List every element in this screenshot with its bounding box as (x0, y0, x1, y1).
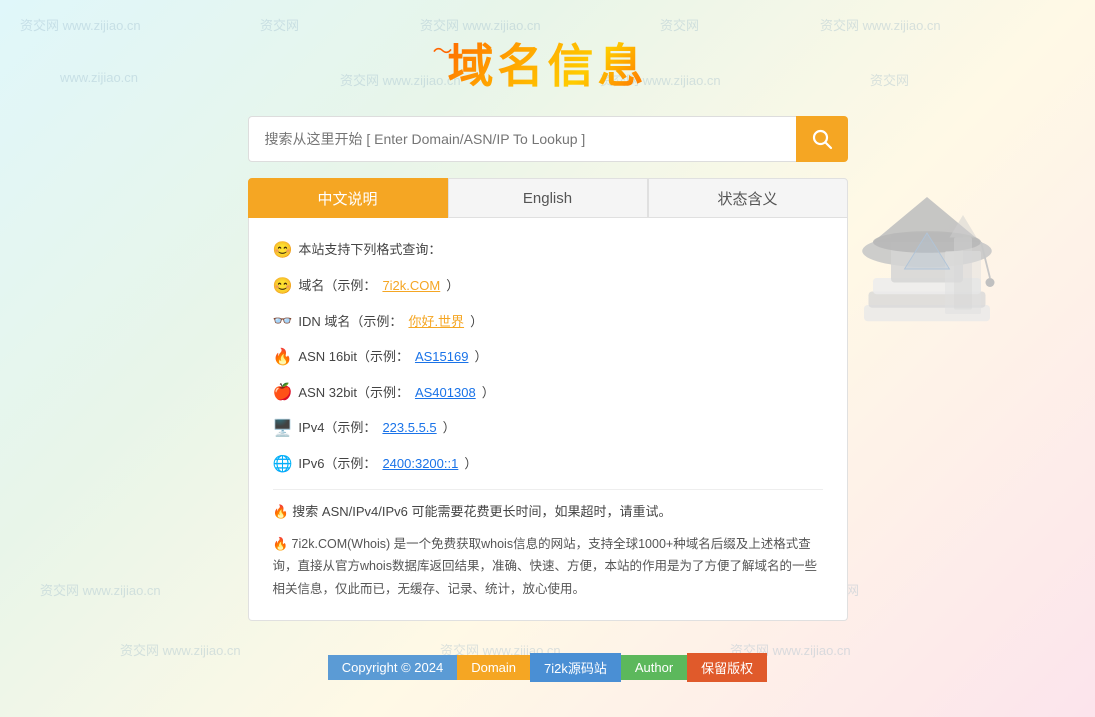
search-icon (811, 128, 833, 150)
domain-icon: 😊 (273, 274, 293, 300)
tab-bar: 中文说明 English 状态含义 (248, 178, 848, 218)
author-badge-label: Author (621, 655, 687, 680)
asn32-label: ASN 32bit（示例： (298, 383, 409, 404)
asn16-icon: 🔥 (273, 345, 293, 371)
asn32-icon: 🍎 (273, 380, 293, 406)
ipv6-icon: 🌐 (273, 452, 293, 478)
note-text: 🔥 搜索 ASN/IPv4/IPv6 可能需要花费更长时间，如果超时，请重试。 (273, 502, 672, 523)
note-line: 🔥 搜索 ASN/IPv4/IPv6 可能需要花费更长时间，如果超时，请重试。 (273, 502, 823, 523)
logo: 域名信息 (448, 30, 648, 96)
title-icon: 😊 (273, 238, 293, 264)
idn-suffix: ） (470, 312, 483, 333)
search-button[interactable] (796, 116, 848, 162)
item-asn16: 🔥 ASN 16bit（示例： AS15169 ） (273, 345, 823, 371)
author-badge-text: Author (635, 660, 673, 675)
ipv4-suffix: ） (443, 418, 456, 439)
title-text: 本站支持下列格式查询： (298, 240, 441, 261)
item-ipv4: 🖥️ IPv4（示例： 223.5.5.5 ） (273, 416, 823, 442)
footer: Copyright © 2024 Domain 7i2k源码站 Author 保… (328, 653, 767, 682)
tab-english[interactable]: English (448, 178, 648, 218)
item-idn: 👓 IDN 域名（示例： 你好.世界 ） (273, 309, 823, 335)
author-value-text: 保留版权 (701, 661, 753, 676)
search-input[interactable] (248, 116, 796, 162)
ipv6-label: IPv6（示例： (298, 454, 376, 475)
logo-area: 域名信息 (448, 30, 648, 96)
ipv6-link[interactable]: 2400:3200::1 (382, 454, 458, 475)
ipv4-link[interactable]: 223.5.5.5 (382, 418, 436, 439)
divider (273, 489, 823, 490)
tab-chinese[interactable]: 中文说明 (248, 178, 448, 218)
domain-badge-text: Domain (471, 660, 516, 675)
ipv6-suffix: ） (464, 454, 477, 475)
author-value-badge[interactable]: 保留版权 (687, 653, 767, 682)
domain-suffix: ） (446, 276, 459, 297)
asn16-suffix: ） (474, 347, 487, 368)
asn32-suffix: ） (482, 383, 495, 404)
domain-value-text: 7i2k源码站 (544, 661, 607, 676)
search-bar (248, 116, 848, 162)
asn16-label: ASN 16bit（示例： (298, 347, 409, 368)
main-container: 域名信息 中文说明 English 状态含义 (0, 0, 1095, 682)
desc-text: 🔥 7i2k.COM(Whois) 是一个免费获取whois信息的网站，支持全球… (273, 533, 823, 601)
item-domain: 😊 域名（示例： 7i2k.COM ） (273, 274, 823, 300)
ipv4-label: IPv4（示例： (298, 418, 376, 439)
domain-badge-label: Domain (457, 655, 530, 680)
idn-link[interactable]: 你好.世界 (408, 312, 464, 333)
logo-text: 域名信息 (448, 41, 648, 92)
illustration (837, 178, 1027, 398)
title-line: 😊 本站支持下列格式查询： (273, 238, 823, 264)
ipv4-icon: 🖥️ (273, 416, 293, 442)
domain-value-badge[interactable]: 7i2k源码站 (530, 653, 621, 682)
idn-label: IDN 域名（示例： (298, 312, 402, 333)
copyright-symbol: © (401, 660, 411, 675)
domain-label: 域名（示例： (298, 276, 376, 297)
asn32-link[interactable]: AS401308 (415, 383, 476, 404)
domain-link[interactable]: 7i2k.COM (382, 276, 440, 297)
item-ipv6: 🌐 IPv6（示例： 2400:3200::1 ） (273, 452, 823, 478)
idn-icon: 👓 (273, 309, 293, 335)
asn16-link[interactable]: AS15169 (415, 347, 469, 368)
content-panel: 😊 本站支持下列格式查询： 😊 域名（示例： 7i2k.COM ） 👓 IDN … (248, 218, 848, 621)
copyright-year: 2024 (414, 660, 443, 675)
copyright-badge: Copyright © 2024 (328, 655, 457, 680)
item-asn32: 🍎 ASN 32bit（示例： AS401308 ） (273, 380, 823, 406)
copyright-label: Copyright (342, 660, 398, 675)
